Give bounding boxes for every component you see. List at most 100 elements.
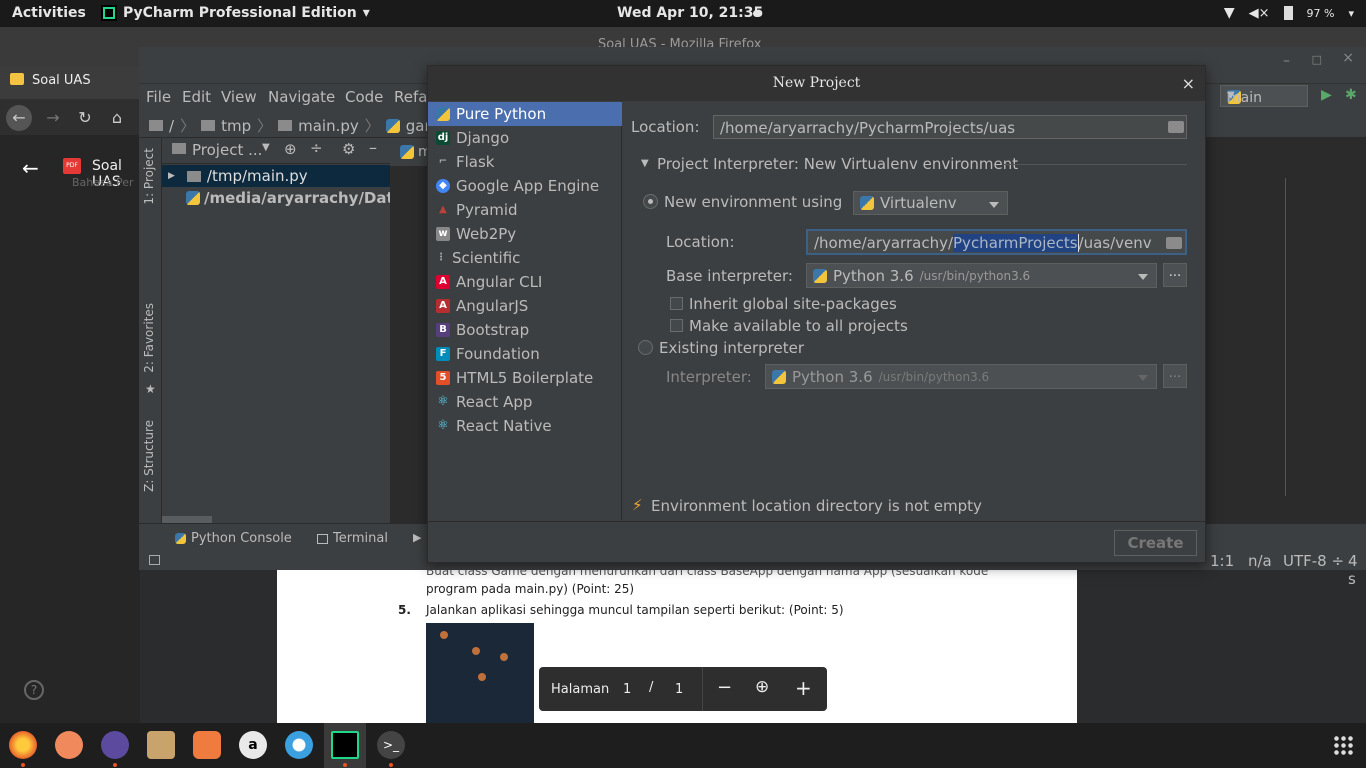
- breadcrumb-item[interactable]: tmp: [221, 117, 251, 135]
- zoom-out-icon[interactable]: −: [717, 677, 732, 698]
- maximize-icon[interactable]: □: [1312, 53, 1322, 66]
- amazon-icon[interactable]: a: [239, 731, 267, 759]
- project-type-scientific[interactable]: ⋮ Scientific: [428, 246, 622, 270]
- menu-navigate[interactable]: Navigate: [268, 88, 335, 106]
- env-tool-select[interactable]: Virtualenv: [853, 191, 1008, 215]
- horizontal-scrollbar[interactable]: [162, 516, 212, 523]
- battery-percent: 97 %: [1306, 6, 1335, 20]
- running-indicator: [343, 763, 347, 767]
- pdf-back-arrow-icon[interactable]: ←: [22, 156, 39, 180]
- tab-structure[interactable]: Z: Structure: [142, 420, 156, 492]
- browse-interpreter-button[interactable]: ...: [1163, 364, 1187, 388]
- more-tabs-arrow-icon[interactable]: ▶: [413, 531, 421, 544]
- project-type-foundation[interactable]: F Foundation: [428, 342, 622, 366]
- project-type-react-app[interactable]: ⚛ React App: [428, 390, 622, 414]
- new-env-radio[interactable]: [643, 194, 658, 209]
- location-input[interactable]: /home/aryarrachy/PycharmProjects/uas: [713, 115, 1187, 139]
- folder-browse-icon[interactable]: [1166, 237, 1182, 249]
- forward-button-icon[interactable]: →: [40, 105, 66, 131]
- project-type-pure-python[interactable]: Pure Python: [428, 102, 622, 126]
- interpreter-section-title[interactable]: Project Interpreter: New Virtualenv envi…: [657, 155, 1018, 173]
- collapse-icon[interactable]: ÷: [310, 139, 323, 157]
- gear-icon[interactable]: ⚙: [342, 140, 355, 158]
- run-config-selector[interactable]: main ▼: [1220, 85, 1308, 107]
- reload-icon[interactable]: ↻: [72, 105, 98, 131]
- list-item-label: HTML5 Boilerplate: [456, 369, 594, 387]
- project-type-bootstrap[interactable]: B Bootstrap: [428, 318, 622, 342]
- project-type-angular-cli[interactable]: A Angular CLI: [428, 270, 622, 294]
- toggle-tool-windows-icon[interactable]: [149, 555, 160, 565]
- menu-file[interactable]: File: [146, 88, 171, 106]
- breadcrumb-separator-icon: 〉: [257, 117, 273, 135]
- tab-python-console[interactable]: Python Console: [175, 531, 292, 546]
- system-tray[interactable]: ▼ ◀× 97 % ▾: [1224, 5, 1354, 21]
- firefox-tab-title: Soal UAS: [32, 73, 91, 88]
- close-icon[interactable]: ×: [1182, 66, 1195, 101]
- activities-button[interactable]: Activities: [12, 5, 86, 21]
- help-icon[interactable]: ?: [24, 680, 44, 700]
- collapse-arrow-icon[interactable]: ▼: [641, 158, 649, 169]
- tab-terminal[interactable]: Terminal: [317, 531, 388, 546]
- status-na[interactable]: n/a: [1248, 552, 1272, 570]
- project-type-react-native[interactable]: ⚛ React Native: [428, 414, 622, 438]
- base-interpreter-select[interactable]: Python 3.6 /usr/bin/python3.6: [806, 263, 1157, 288]
- make-available-checkbox[interactable]: [670, 319, 683, 332]
- html5-icon: 5: [436, 371, 450, 385]
- tree-row[interactable]: /media/aryarrachy/Dat: [162, 187, 390, 209]
- project-type-angularjs[interactable]: A AngularJS: [428, 294, 622, 318]
- chevron-down-icon[interactable]: ▼: [262, 142, 270, 153]
- app-menu[interactable]: PyCharm Professional Edition ▾: [101, 5, 370, 21]
- close-icon[interactable]: ×: [1342, 50, 1354, 66]
- file-encoding[interactable]: UTF-8 ÷: [1283, 552, 1344, 570]
- zoom-in-icon[interactable]: +: [795, 676, 812, 700]
- hide-panel-icon[interactable]: –: [369, 138, 377, 157]
- minimize-icon[interactable]: –: [1283, 53, 1290, 69]
- browse-base-interpreter-button[interactable]: ...: [1163, 263, 1187, 287]
- project-type-pyramid[interactable]: ▲ Pyramid: [428, 198, 622, 222]
- breadcrumb-item[interactable]: /: [169, 117, 174, 135]
- clock[interactable]: Wed Apr 10, 21:35: [617, 5, 763, 21]
- chevron-down-icon: [989, 202, 999, 208]
- project-type-web2py[interactable]: w Web2Py: [428, 222, 622, 246]
- project-type-django[interactable]: dj Django: [428, 126, 622, 150]
- create-button[interactable]: Create: [1114, 530, 1197, 556]
- project-type-google-app-engine[interactable]: ◆ Google App Engine: [428, 174, 622, 198]
- help-icon[interactable]: [285, 731, 313, 759]
- menu-edit[interactable]: Edit: [182, 88, 211, 106]
- debug-icon[interactable]: ✱: [1345, 87, 1357, 103]
- expand-arrow-icon[interactable]: ▶: [168, 171, 175, 181]
- project-type-flask[interactable]: ⌐ Flask: [428, 150, 622, 174]
- show-applications-icon[interactable]: [1333, 735, 1353, 755]
- terminal-icon[interactable]: >_: [377, 731, 405, 759]
- existing-interpreter-radio[interactable]: [638, 340, 653, 355]
- folder-browse-icon[interactable]: [1168, 121, 1184, 133]
- firefox-tab[interactable]: Soal UAS: [0, 66, 140, 99]
- file-manager-icon[interactable]: [101, 731, 129, 759]
- software-center-icon[interactable]: [193, 731, 221, 759]
- music-player-icon[interactable]: [147, 731, 175, 759]
- firefox-icon[interactable]: [9, 731, 37, 759]
- pycharm-icon[interactable]: [331, 731, 359, 759]
- back-button-icon[interactable]: ←: [6, 105, 32, 131]
- menu-refactor[interactable]: Refa: [394, 88, 427, 106]
- venv-location-input[interactable]: /home/aryarrachy/PycharmProjects/uas/ven…: [806, 229, 1187, 255]
- indent-setting[interactable]: 4 s: [1348, 552, 1366, 588]
- interpreter-select[interactable]: Python 3.6 /usr/bin/python3.6: [765, 364, 1157, 389]
- tree-row[interactable]: ▶ /tmp/main.py: [162, 165, 390, 187]
- page-number-input[interactable]: 1: [623, 682, 631, 697]
- inherit-packages-checkbox[interactable]: [670, 297, 683, 310]
- tab-project[interactable]: 1: Project: [142, 148, 156, 205]
- tab-favorites[interactable]: 2: Favorites: [142, 303, 156, 373]
- editor-tab[interactable]: m: [390, 138, 432, 166]
- breadcrumb-item[interactable]: main.py: [298, 117, 359, 135]
- menu-view[interactable]: View: [221, 88, 257, 106]
- menu-code[interactable]: Code: [345, 88, 383, 106]
- zoom-fit-icon[interactable]: ⊕: [755, 677, 769, 697]
- mail-icon[interactable]: [55, 731, 83, 759]
- project-type-html5-boilerplate[interactable]: 5 HTML5 Boilerplate: [428, 366, 622, 390]
- locate-icon[interactable]: ⊕: [284, 140, 297, 158]
- home-icon[interactable]: ⌂: [104, 105, 130, 131]
- project-panel-title[interactable]: Project ...: [192, 141, 262, 159]
- caret-position[interactable]: 1:1: [1210, 552, 1234, 570]
- run-icon[interactable]: ▶: [1321, 87, 1332, 103]
